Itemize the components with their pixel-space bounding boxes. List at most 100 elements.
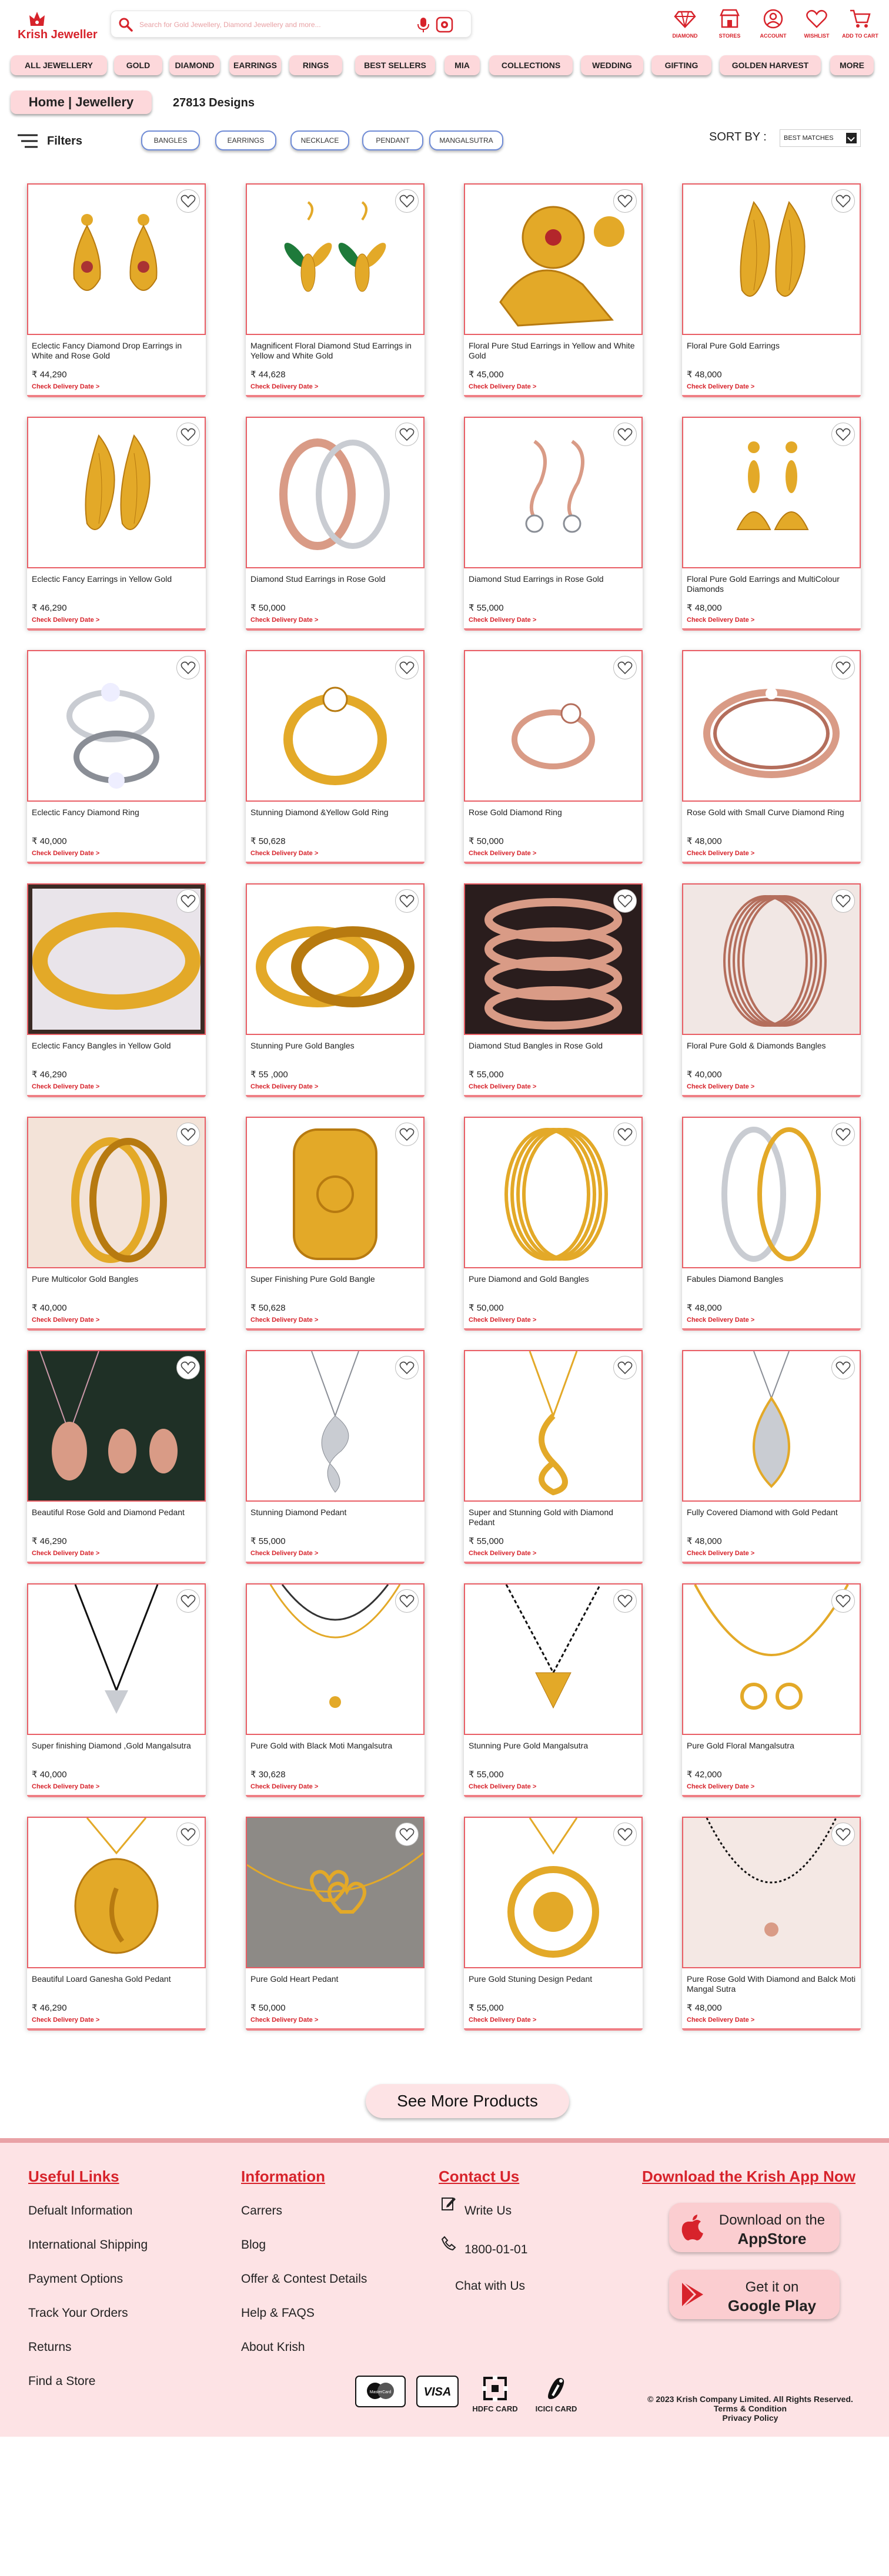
product-name[interactable]: Pure Gold Heart Pedant [250, 1974, 420, 1984]
check-delivery-link[interactable]: Check Delivery Date > [32, 1783, 99, 1790]
check-delivery-link[interactable]: Check Delivery Date > [32, 850, 99, 857]
check-delivery-link[interactable]: Check Delivery Date > [469, 850, 536, 857]
product-card[interactable]: Magnificent Floral Diamond Stud Earrings… [246, 183, 425, 397]
product-card[interactable]: Floral Pure Gold Earrings and MultiColou… [682, 417, 861, 631]
wishlist-button[interactable] [395, 1356, 419, 1379]
check-delivery-link[interactable]: Check Delivery Date > [687, 617, 754, 624]
check-delivery-link[interactable]: Check Delivery Date > [687, 383, 754, 390]
product-name[interactable]: Magnificent Floral Diamond Stud Earrings… [250, 341, 420, 361]
product-name[interactable]: Eclectic Fancy Earrings in Yellow Gold [32, 574, 201, 584]
footer-link[interactable]: About Krish [241, 2340, 305, 2354]
terms-link[interactable]: Terms & Condition [627, 2404, 874, 2413]
category-gold[interactable]: GOLD [114, 55, 162, 75]
write-us-link[interactable]: Write Us [464, 2204, 512, 2218]
wishlist-button[interactable] [176, 656, 200, 679]
product-card[interactable]: Eclectic Fancy Diamond Drop Earrings in … [27, 183, 206, 397]
category-more[interactable]: MORE [830, 55, 874, 75]
footer-link[interactable]: Returns [28, 2340, 72, 2354]
wishlist-button[interactable] [395, 1123, 419, 1146]
product-card[interactable]: Pure Gold Stuning Design Pedant ₹ 55,000… [464, 1817, 643, 2031]
product-card[interactable]: Pure Gold Floral Mangalsutra ₹ 42,000 Ch… [682, 1583, 861, 1797]
category-all-jewellery[interactable]: ALL JEWELLERY [11, 55, 107, 75]
product-card[interactable]: Pure Rose Gold With Diamond and Balck Mo… [682, 1817, 861, 2031]
footer-link[interactable]: Payment Options [28, 2272, 123, 2286]
breadcrumb[interactable]: Home | Jewellery [11, 91, 152, 114]
wishlist-button[interactable] [176, 423, 200, 446]
wishlist-button[interactable] [613, 1589, 637, 1613]
product-card[interactable]: Diamond Stud Earrings in Rose Gold ₹ 50,… [246, 417, 425, 631]
microphone-icon[interactable] [416, 16, 431, 33]
camera-search-icon[interactable] [436, 16, 453, 33]
product-card[interactable]: Pure Gold with Black Moti Mangalsutra ₹ … [246, 1583, 425, 1797]
product-card[interactable]: Super finishing Diamond ,Gold Mangalsutr… [27, 1583, 206, 1797]
product-card[interactable]: Eclectic Fancy Earrings in Yellow Gold ₹… [27, 417, 206, 631]
check-delivery-link[interactable]: Check Delivery Date > [32, 2016, 99, 2024]
product-name[interactable]: Eclectic Fancy Bangles in Yellow Gold [32, 1041, 201, 1051]
footer-link[interactable]: International Shipping [28, 2238, 148, 2252]
category-collections[interactable]: COLLECTIONS [489, 55, 573, 75]
product-name[interactable]: Floral Pure Stud Earrings in Yellow and … [469, 341, 638, 361]
nav-stores[interactable]: STORES [709, 8, 750, 43]
product-card[interactable]: Beautiful Rose Gold and Diamond Pedant ₹… [27, 1350, 206, 1564]
wishlist-button[interactable] [613, 423, 637, 446]
check-delivery-link[interactable]: Check Delivery Date > [32, 1550, 99, 1557]
product-name[interactable]: Pure Multicolor Gold Bangles [32, 1274, 201, 1284]
product-name[interactable]: Stunning Diamond Pedant [250, 1508, 420, 1518]
check-delivery-link[interactable]: Check Delivery Date > [469, 1550, 536, 1557]
check-delivery-link[interactable]: Check Delivery Date > [250, 1317, 318, 1324]
wishlist-button[interactable] [613, 656, 637, 679]
footer-link[interactable]: Offer & Contest Details [241, 2272, 367, 2286]
product-name[interactable]: Rose Gold Diamond Ring [469, 808, 638, 818]
product-name[interactable]: Pure Rose Gold With Diamond and Balck Mo… [687, 1974, 856, 1994]
wishlist-button[interactable] [395, 656, 419, 679]
wishlist-button[interactable] [176, 189, 200, 213]
product-name[interactable]: Eclectic Fancy Diamond Ring [32, 808, 201, 818]
product-card[interactable]: Eclectic Fancy Diamond Ring ₹ 40,000 Che… [27, 650, 206, 864]
check-delivery-link[interactable]: Check Delivery Date > [32, 1317, 99, 1324]
check-delivery-link[interactable]: Check Delivery Date > [250, 2016, 318, 2024]
wishlist-button[interactable] [395, 1823, 419, 1846]
search-icon[interactable] [118, 17, 133, 32]
appstore-button[interactable]: Download on the AppStore [669, 2203, 840, 2252]
privacy-link[interactable]: Privacy Policy [627, 2413, 874, 2423]
product-name[interactable]: Pure Diamond and Gold Bangles [469, 1274, 638, 1284]
footer-link[interactable]: Find a Store [28, 2374, 95, 2389]
product-card[interactable]: Diamond Stud Bangles in Rose Gold ₹ 55,0… [464, 883, 643, 1097]
product-name[interactable]: Beautiful Rose Gold and Diamond Pedant [32, 1508, 201, 1518]
search-bar[interactable] [111, 11, 472, 38]
product-name[interactable]: Rose Gold with Small Curve Diamond Ring [687, 808, 856, 818]
check-delivery-link[interactable]: Check Delivery Date > [469, 1317, 536, 1324]
footer-link[interactable]: Carrers [241, 2204, 282, 2218]
product-card[interactable]: Fabules Diamond Bangles ₹ 48,000 Check D… [682, 1117, 861, 1331]
product-card[interactable]: Pure Gold Heart Pedant ₹ 50,000 Check De… [246, 1817, 425, 2031]
product-name[interactable]: Floral Pure Gold Earrings [687, 341, 856, 351]
product-card[interactable]: Pure Multicolor Gold Bangles ₹ 40,000 Ch… [27, 1117, 206, 1331]
product-card[interactable]: Stunning Diamond &Yellow Gold Ring ₹ 50,… [246, 650, 425, 864]
category-gifting[interactable]: GIFTING [651, 55, 711, 75]
wishlist-button[interactable] [176, 1356, 200, 1379]
product-name[interactable]: Stunning Diamond &Yellow Gold Ring [250, 808, 420, 818]
filter-chip-pendant[interactable]: PENDANT [362, 130, 423, 150]
wishlist-button[interactable] [395, 189, 419, 213]
product-card[interactable]: Stunning Pure Gold Bangles ₹ 55 ,000 Che… [246, 883, 425, 1097]
product-name[interactable]: Pure Gold with Black Moti Mangalsutra [250, 1741, 420, 1751]
product-card[interactable]: Floral Pure Stud Earrings in Yellow and … [464, 183, 643, 397]
check-delivery-link[interactable]: Check Delivery Date > [687, 1083, 754, 1090]
check-delivery-link[interactable]: Check Delivery Date > [250, 383, 318, 390]
product-card[interactable]: Beautiful Loard Ganesha Gold Pedant ₹ 46… [27, 1817, 206, 2031]
category-diamond[interactable]: DIAMOND [169, 55, 220, 75]
category-rings[interactable]: RINGS [289, 55, 342, 75]
wishlist-button[interactable] [831, 1123, 855, 1146]
product-card[interactable]: Fully Covered Diamond with Gold Pedant ₹… [682, 1350, 861, 1564]
wishlist-button[interactable] [395, 423, 419, 446]
check-delivery-link[interactable]: Check Delivery Date > [687, 1317, 754, 1324]
nav-account[interactable]: ACCOUNT [753, 8, 794, 43]
check-delivery-link[interactable]: Check Delivery Date > [469, 1783, 536, 1790]
product-card[interactable]: Stunning Pure Gold Mangalsutra ₹ 55,000 … [464, 1583, 643, 1797]
wishlist-button[interactable] [176, 1123, 200, 1146]
check-delivery-link[interactable]: Check Delivery Date > [250, 1083, 318, 1090]
filter-chip-necklace[interactable]: NECKLACE [290, 130, 349, 150]
product-card[interactable]: Super Finishing Pure Gold Bangle ₹ 50,62… [246, 1117, 425, 1331]
product-card[interactable]: Stunning Diamond Pedant ₹ 55,000 Check D… [246, 1350, 425, 1564]
check-delivery-link[interactable]: Check Delivery Date > [32, 383, 99, 390]
